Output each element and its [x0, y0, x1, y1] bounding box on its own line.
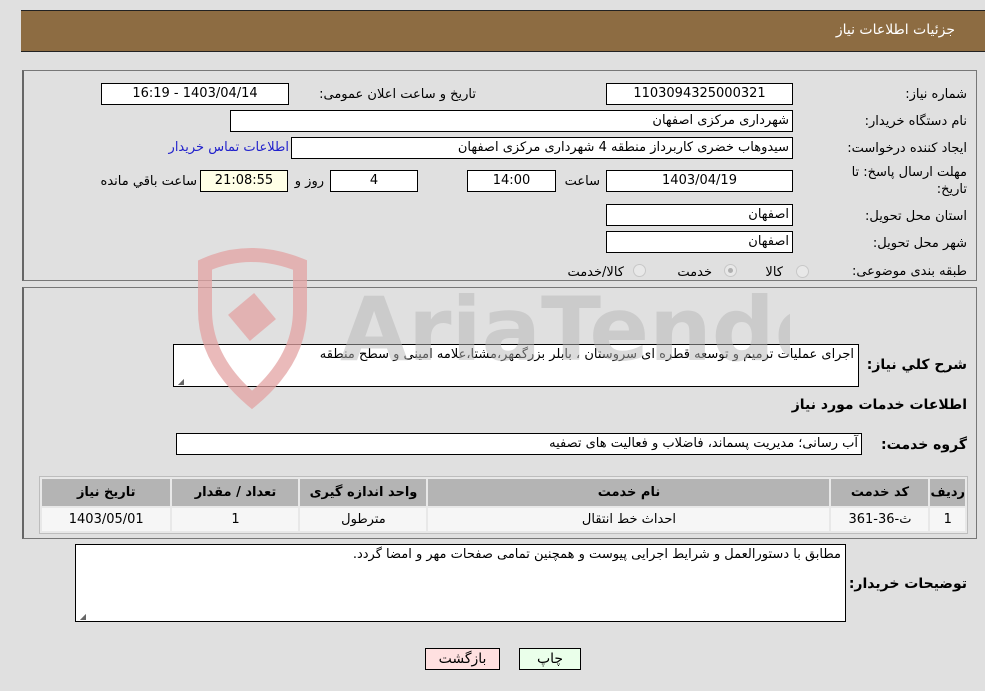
description-textarea[interactable]: اجرای عملیات ترمیم و توسعه قطره ای سروست… [173, 344, 859, 387]
deadline-label-date: تاریخ: [936, 182, 967, 197]
buyer-contact-link[interactable]: اطلاعات تماس خریدار [169, 140, 289, 155]
province-label: استان محل تحویل: [865, 209, 967, 224]
page-title: جزئیات اطلاعات نیاز [835, 22, 955, 38]
category-label: طبقه بندی موضوعی: [851, 264, 967, 279]
services-table: ردیف کد خدمت نام خدمت واحد اندازه گیری ت… [39, 476, 968, 534]
city-field: اصفهان [606, 231, 793, 253]
description-text: اجرای عملیات ترمیم و توسعه قطره ای سروست… [319, 347, 854, 362]
city-label: شهر محل تحویل: [872, 236, 967, 251]
category-radio-goods-service[interactable] [633, 264, 646, 277]
deadline-time-label: ساعت [564, 174, 600, 189]
category-option-service: خدمت [677, 265, 712, 280]
col-header-service-code: کد خدمت [831, 479, 929, 506]
requester-field: سیدوهاب خضری کاربرداز منطقه 4 شهرداری مر… [291, 137, 793, 159]
cell-service-code: ث-36-361 [831, 508, 929, 531]
col-header-need-date: تاریخ نیاز [42, 479, 171, 506]
col-header-quantity: تعداد / مقدار [172, 479, 299, 506]
need-number-label: شماره نیاز: [905, 87, 967, 102]
cell-service-name: احداث خط انتقال [428, 508, 830, 531]
table-header-row: ردیف کد خدمت نام خدمت واحد اندازه گیری ت… [42, 479, 965, 506]
buyer-org-field: شهرداری مرکزی اصفهان [230, 110, 793, 132]
col-header-service-name: نام خدمت [428, 479, 830, 506]
deadline-label: مهلت ارسال پاسخ: تا [851, 165, 967, 180]
requester-label: ایجاد کننده درخواست: [847, 141, 967, 156]
announce-datetime-label: تاریخ و ساعت اعلان عمومی: [319, 87, 476, 102]
category-radio-service[interactable] [724, 264, 737, 277]
category-option-goods-service: کالا/خدمت [567, 265, 624, 280]
buyer-notes-text: مطابق با دستورالعمل و شرایط اجرایی پیوست… [352, 547, 841, 562]
cell-row-number: 1 [930, 508, 965, 531]
services-heading: اطلاعات خدمات مورد نیاز [791, 397, 967, 413]
announce-datetime-field: 1403/04/14 - 16:19 [101, 83, 289, 105]
col-header-unit: واحد اندازه گیری [300, 479, 427, 506]
need-number-field: 1103094325000321 [606, 83, 793, 105]
buyer-org-label: نام دستگاه خریدار: [864, 114, 967, 129]
deadline-time-field: 14:00 [467, 170, 556, 192]
cell-quantity: 1 [172, 508, 299, 531]
print-button[interactable]: چاپ [519, 648, 581, 670]
remaining-time-field: 21:08:55 [200, 170, 288, 192]
service-group-field: آب رسانی؛ مدیریت پسماند، فاضلاب و فعالیت… [176, 433, 862, 455]
category-radio-goods[interactable] [796, 265, 809, 278]
remaining-days-field: 4 [330, 170, 418, 192]
table-row: 1 ث-36-361 احداث خط انتقال مترطول 1 1403… [42, 508, 965, 531]
back-button[interactable]: بازگشت [425, 648, 500, 670]
buyer-notes-label: توضیحات خریدار: [848, 576, 967, 592]
col-header-row-number: ردیف [930, 479, 965, 506]
cell-unit: مترطول [300, 508, 427, 531]
deadline-date-field: 1403/04/19 [606, 170, 793, 192]
service-group-label: گروه خدمت: [881, 437, 967, 453]
cell-need-date: 1403/05/01 [42, 508, 171, 531]
remaining-time-label: ساعت باقي مانده [100, 174, 197, 189]
province-field: اصفهان [606, 204, 793, 226]
resize-grip-icon[interactable]: ◢ [78, 612, 86, 621]
days-label: روز و [294, 174, 324, 189]
page-header: جزئیات اطلاعات نیاز [21, 10, 985, 52]
buyer-notes-textarea[interactable]: مطابق با دستورالعمل و شرایط اجرایی پیوست… [75, 544, 846, 622]
description-label: شرح كلي نياز: [866, 357, 967, 373]
resize-grip-icon[interactable]: ◢ [176, 377, 184, 386]
category-option-goods: کالا [765, 265, 783, 280]
